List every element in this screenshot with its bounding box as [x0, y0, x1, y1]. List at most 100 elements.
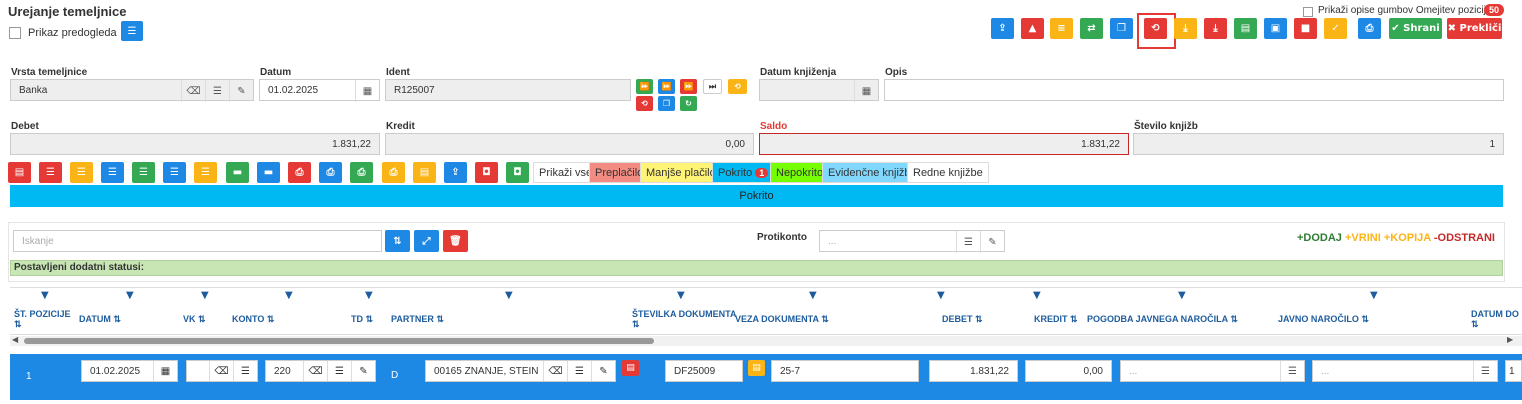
list-icon[interactable]: ☰ [205, 80, 229, 102]
pencil-icon[interactable]: ✎ [229, 80, 253, 102]
col-header-veza[interactable]: VEZA DOKUMENTA ⇅ [735, 314, 829, 325]
toolbar-save-doc-icon[interactable]: ▤ [1234, 18, 1257, 39]
action-card-blue-icon[interactable]: ▬ [257, 162, 280, 183]
list-icon[interactable]: ☰ [1280, 361, 1304, 381]
expand-button[interactable]: ⤢ [414, 230, 439, 252]
add-row-button[interactable]: +DODAJ [1297, 232, 1342, 244]
filter-redne[interactable]: Redne knjižbe [907, 162, 989, 183]
ident-repeat-red-icon[interactable]: ⟲ [636, 96, 653, 111]
col-header-partner[interactable]: PARTNER ⇅ [391, 314, 444, 325]
eraser-icon[interactable]: ⌫ [543, 361, 567, 381]
sort-button[interactable]: ⇅ [385, 230, 410, 252]
ident-last-icon[interactable]: ⏩ [680, 79, 697, 94]
filter-icon[interactable]: ▼ [505, 290, 513, 301]
scroll-left-icon[interactable]: ◀ [12, 335, 18, 344]
action-stop-green-icon[interactable]: ◘ [506, 162, 529, 183]
row-st-dok-input[interactable]: DF25009 [665, 360, 743, 382]
toolbar-repeat-icon[interactable]: ⟲ [1144, 18, 1167, 39]
filter-icon[interactable]: ▼ [1370, 290, 1378, 301]
pencil-icon[interactable]: ✎ [351, 361, 375, 381]
toolbar-floppy-icon[interactable]: ▣ [1264, 18, 1287, 39]
calendar-icon[interactable]: ▦ [153, 361, 177, 381]
preview-checkbox[interactable] [9, 27, 21, 39]
eraser-icon[interactable]: ⌫ [181, 80, 205, 102]
list-icon[interactable]: ☰ [567, 361, 591, 381]
action-upload-icon[interactable]: ⇪ [444, 162, 467, 183]
toolbar-print-icon[interactable]: ⎙ [1358, 18, 1381, 39]
col-header-datum-do[interactable]: DATUM DO ⇅ [1471, 309, 1519, 330]
ident-field[interactable]: R125007 [385, 79, 631, 101]
show-desc-checkbox[interactable] [1303, 7, 1313, 17]
col-header-pozicija[interactable]: ŠT. POZICIJE ⇅ [14, 309, 71, 330]
delete-button[interactable]: 🗑 [443, 230, 468, 252]
veza-doc-icon[interactable]: ▤ [748, 360, 765, 376]
filter-icon[interactable]: ▼ [201, 290, 209, 301]
search-input[interactable]: Iskanje [13, 230, 382, 252]
ident-copy-icon[interactable]: ❐ [658, 96, 675, 111]
filter-icon[interactable]: ▼ [1178, 290, 1186, 301]
col-header-vk[interactable]: VK ⇅ [183, 314, 206, 325]
calendar-icon[interactable]: ▦ [355, 80, 379, 102]
row-datum-input[interactable]: 01.02.2025 ▦ [81, 360, 178, 382]
action-doc-yellow-icon[interactable]: ▤ [413, 162, 436, 183]
action-print-blue-icon[interactable]: ⎙ [319, 162, 342, 183]
toolbar-list-icon[interactable]: ≡ [1050, 18, 1073, 39]
action-list-red-icon[interactable]: ☰ [39, 162, 62, 183]
action-doc-icon[interactable]: ▤ [8, 162, 31, 183]
filter-icon[interactable]: ▼ [809, 290, 817, 301]
opis-field[interactable] [884, 79, 1504, 101]
filter-nepokrito[interactable]: Nepokrito [770, 162, 830, 183]
list-icon[interactable]: ☰ [327, 361, 351, 381]
protikonto-input[interactable]: ... ☰ ✎ [819, 230, 1005, 253]
action-list-blue-icon[interactable]: ☰ [101, 162, 124, 183]
ident-end-icon[interactable]: ⏭ [703, 79, 722, 94]
ident-next-icon[interactable]: ⏩ [658, 79, 675, 94]
vrsta-field[interactable]: Banka ⌫ ☰ ✎ [10, 79, 254, 102]
toolbar-check-icon[interactable]: ✓ [1324, 18, 1347, 39]
toolbar-warning-icon[interactable]: ▲ [1021, 18, 1044, 39]
list-icon[interactable]: ☰ [233, 361, 257, 381]
col-header-pogodba[interactable]: POGODBA JAVNEGA NAROČILA ⇅ [1087, 314, 1238, 325]
col-header-kredit[interactable]: KREDIT ⇅ [1034, 314, 1078, 325]
ident-first-icon[interactable]: ⏩ [636, 79, 653, 94]
datum-field[interactable]: 01.02.2025 ▦ [259, 79, 380, 102]
remove-row-button[interactable]: -ODSTRANI [1434, 232, 1495, 244]
row-konto-input[interactable]: 220 ⌫ ☰ ✎ [265, 360, 376, 382]
action-print-green-icon[interactable]: ⎙ [350, 162, 373, 183]
col-header-st-dok[interactable]: ŠTEVILKA DOKUMENTA ⇅ [632, 309, 737, 330]
filter-icon[interactable]: ▼ [677, 290, 685, 301]
filter-icon[interactable]: ▼ [365, 290, 373, 301]
row-veza-input[interactable]: 25-7 [771, 360, 919, 382]
filter-icon[interactable]: ▼ [285, 290, 293, 301]
calendar-icon[interactable]: ▦ [854, 80, 878, 102]
horizontal-scrollbar[interactable]: ◀ ▶ [10, 335, 1522, 346]
scroll-right-icon[interactable]: ▶ [1507, 335, 1513, 344]
toolbar-download-icon[interactable]: ⤓ [1174, 18, 1197, 39]
row-javno-input[interactable]: ... ☰ [1312, 360, 1498, 382]
insert-row-button[interactable]: +VRINI [1345, 232, 1381, 244]
datum-knjizenja-field[interactable]: ▦ [759, 79, 879, 102]
action-card-icon[interactable]: ▬ [226, 162, 249, 183]
col-header-debet[interactable]: DEBET ⇅ [942, 314, 983, 325]
action-print-red-icon[interactable]: ⎙ [288, 162, 311, 183]
action-print-yellow-icon[interactable]: ⎙ [382, 162, 405, 183]
filter-icon[interactable]: ▼ [937, 290, 945, 301]
col-header-td[interactable]: TD ⇅ [351, 314, 373, 325]
col-header-javno[interactable]: JAVNO NAROČILO ⇅ [1278, 314, 1369, 325]
scroll-thumb[interactable] [24, 338, 654, 344]
toolbar-lock-icon[interactable]: ■ [1294, 18, 1317, 39]
toolbar-copy-icon[interactable]: ❐ [1110, 18, 1133, 39]
filter-icon[interactable]: ▼ [41, 290, 49, 301]
list-icon[interactable]: ☰ [1473, 361, 1497, 381]
ident-repeat-icon[interactable]: ⟲ [728, 79, 747, 94]
action-list-yellow2-icon[interactable]: ☰ [194, 162, 217, 183]
copy-row-button[interactable]: +KOPIJA [1384, 232, 1431, 244]
row-debet-input[interactable]: 1.831,22 [929, 360, 1018, 382]
col-header-konto[interactable]: KONTO ⇅ [232, 314, 274, 325]
action-list-green-icon[interactable]: ☰ [132, 162, 155, 183]
toolbar-download-red-icon[interactable]: ⤓ [1204, 18, 1227, 39]
toolbar-shuffle-icon[interactable]: ⇄ [1080, 18, 1103, 39]
list-icon[interactable]: ☰ [956, 231, 980, 253]
filter-pokrito[interactable]: Pokrito 1 [712, 162, 775, 183]
toolbar-import-icon[interactable]: ⇪ [991, 18, 1014, 39]
